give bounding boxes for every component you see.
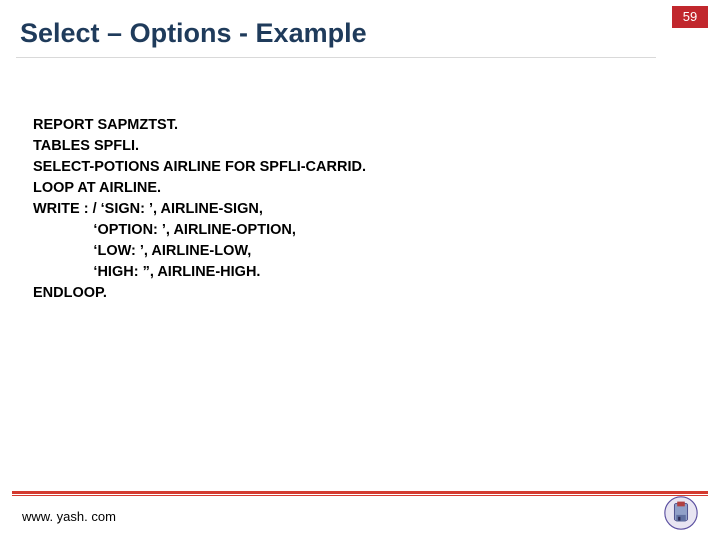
- slide: 59 Select – Options - Example REPORT SAP…: [0, 0, 720, 540]
- slide-title: Select – Options - Example: [16, 12, 656, 57]
- company-logo-icon: [662, 494, 700, 532]
- footer-divider: [12, 491, 708, 496]
- title-container: Select – Options - Example: [16, 12, 656, 58]
- code-line: ‘LOW: ’, AIRLINE-LOW,: [33, 243, 251, 259]
- code-line: WRITE : / ‘SIGN: ’, AIRLINE-SIGN,: [33, 201, 263, 217]
- page-number: 59: [683, 9, 697, 24]
- code-line: ‘HIGH: ”, AIRLINE-HIGH.: [33, 264, 260, 280]
- code-line: LOOP AT AIRLINE.: [33, 180, 161, 196]
- code-block: REPORT SAPMZTST. TABLES SPFLI. SELECT-PO…: [33, 115, 680, 304]
- code-line: SELECT-POTIONS AIRLINE FOR SPFLI-CARRID.: [33, 159, 366, 175]
- code-line: TABLES SPFLI.: [33, 138, 139, 154]
- code-line: REPORT SAPMZTST.: [33, 117, 178, 133]
- footer-url: www. yash. com: [22, 509, 116, 524]
- code-line: ‘OPTION: ’, AIRLINE-OPTION,: [33, 222, 296, 238]
- page-number-badge: 59: [672, 6, 708, 28]
- code-line: ENDLOOP.: [33, 285, 107, 301]
